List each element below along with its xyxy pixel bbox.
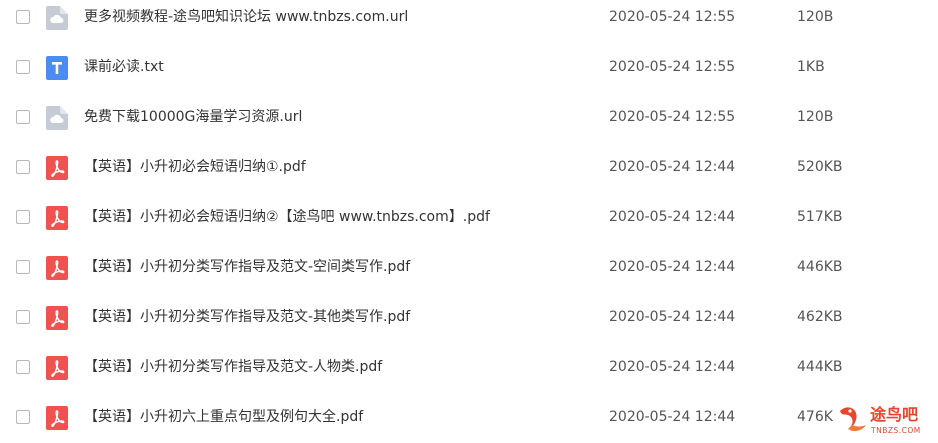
file-name[interactable]: 【英语】小升初必会短语归纳①.pdf (84, 158, 306, 176)
file-row[interactable]: 【英语】小升初分类写作指导及范文-人物类.pdf 2020-05-24 12:4… (0, 343, 938, 393)
row-checkbox[interactable] (16, 260, 30, 274)
file-date: 2020-05-24 12:44 (609, 159, 736, 175)
file-row[interactable]: 【英语】小升初分类写作指导及范文-其他类写作.pdf 2020-05-24 12… (0, 293, 938, 343)
watermark: 途鸟吧 TNBZS.COM (836, 397, 932, 439)
file-name[interactable]: 【英语】小升初必会短语归纳②【途鸟吧 www.tnbzs.com】.pdf (84, 208, 490, 226)
watermark-domain: TNBZS.COM (870, 426, 921, 435)
file-row[interactable]: 课前必读.txt 2020-05-24 12:55 1KB (0, 43, 938, 93)
row-checkbox[interactable] (16, 60, 30, 74)
file-date: 2020-05-24 12:44 (609, 209, 736, 225)
file-row[interactable]: 免费下载10000G海量学习资源.url 2020-05-24 12:55 12… (0, 93, 938, 143)
url-file-icon (46, 6, 68, 30)
txt-file-icon (46, 56, 68, 80)
pdf-file-icon (46, 356, 68, 380)
file-name[interactable]: 【英语】小升初分类写作指导及范文-人物类.pdf (84, 358, 382, 376)
pdf-file-icon (46, 406, 68, 430)
file-date: 2020-05-24 12:55 (609, 109, 736, 125)
row-checkbox[interactable] (16, 10, 30, 24)
file-name[interactable]: 课前必读.txt (84, 58, 164, 76)
file-size: 476K (797, 409, 833, 425)
file-size: 1KB (797, 59, 825, 75)
file-size: 446KB (797, 259, 843, 275)
file-date: 2020-05-24 12:44 (609, 259, 736, 275)
file-name[interactable]: 更多视频教程-途鸟吧知识论坛 www.tnbzs.com.url (84, 8, 408, 26)
file-row[interactable]: 【英语】小升初六上重点句型及例句大全.pdf 2020-05-24 12:44 … (0, 393, 938, 443)
file-date: 2020-05-24 12:55 (609, 59, 736, 75)
url-file-icon (46, 106, 68, 130)
file-name[interactable]: 【英语】小升初分类写作指导及范文-其他类写作.pdf (84, 308, 410, 326)
row-checkbox[interactable] (16, 110, 30, 124)
file-size: 444KB (797, 359, 843, 375)
file-row[interactable]: 【英语】小升初分类写作指导及范文-空间类写作.pdf 2020-05-24 12… (0, 243, 938, 293)
file-row[interactable]: 更多视频教程-途鸟吧知识论坛 www.tnbzs.com.url 2020-05… (0, 0, 938, 43)
file-size: 517KB (797, 209, 843, 225)
row-checkbox[interactable] (16, 360, 30, 374)
file-row[interactable]: 【英语】小升初必会短语归纳②【途鸟吧 www.tnbzs.com】.pdf 20… (0, 193, 938, 243)
file-date: 2020-05-24 12:44 (609, 409, 736, 425)
file-name[interactable]: 【英语】小升初六上重点句型及例句大全.pdf (84, 408, 363, 426)
file-date: 2020-05-24 12:44 (609, 309, 736, 325)
file-size: 120B (797, 9, 834, 25)
row-checkbox[interactable] (16, 160, 30, 174)
file-size: 120B (797, 109, 834, 125)
file-size: 520KB (797, 159, 843, 175)
row-checkbox[interactable] (16, 410, 30, 424)
pdf-file-icon (46, 306, 68, 330)
watermark-brand: 途鸟吧 (870, 405, 918, 424)
row-checkbox[interactable] (16, 310, 30, 324)
file-date: 2020-05-24 12:44 (609, 359, 736, 375)
file-list: 更多视频教程-途鸟吧知识论坛 www.tnbzs.com.url 2020-05… (0, 0, 938, 443)
file-row[interactable]: 【英语】小升初必会短语归纳①.pdf 2020-05-24 12:44 520K… (0, 143, 938, 193)
row-checkbox[interactable] (16, 210, 30, 224)
file-name[interactable]: 免费下载10000G海量学习资源.url (84, 108, 302, 126)
file-name[interactable]: 【英语】小升初分类写作指导及范文-空间类写作.pdf (84, 258, 410, 276)
pdf-file-icon (46, 206, 68, 230)
file-size: 462KB (797, 309, 843, 325)
pdf-file-icon (46, 156, 68, 180)
bird-logo-icon (840, 407, 866, 432)
pdf-file-icon (46, 256, 68, 280)
file-date: 2020-05-24 12:55 (609, 9, 736, 25)
